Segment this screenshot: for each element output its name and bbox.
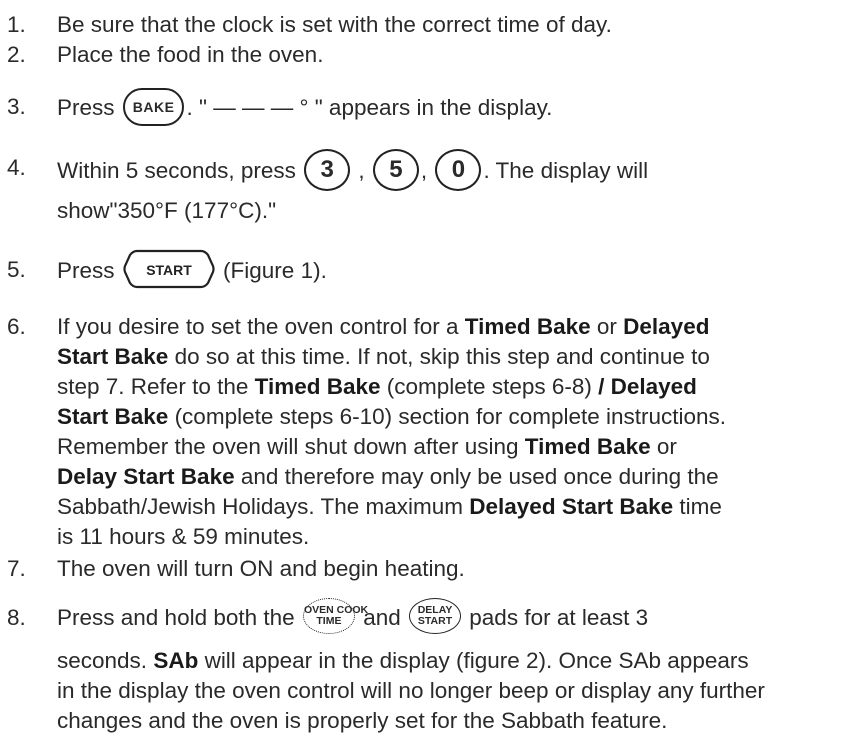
step-number: 1. xyxy=(7,12,26,37)
step-text: Press and hold both the OVEN COOK TIME an… xyxy=(57,598,843,635)
step-6-line-1: If you desire to set the oven control fo… xyxy=(57,314,710,339)
step-number: 2. xyxy=(7,42,26,67)
step-text: If you desire to set the oven control fo… xyxy=(57,312,843,552)
delay-start-key-icon: DELAY START xyxy=(409,598,462,635)
step-number: 8. xyxy=(7,605,26,630)
step-6-line-4: Start Bake (complete steps 6-10) section… xyxy=(57,404,727,429)
svg-text:START: START xyxy=(146,262,192,278)
step-text-mid: and xyxy=(363,605,401,630)
step-text: Within 5 seconds, press 3 , 5, 0. The di… xyxy=(57,149,843,191)
step-6-line-2: Start Bake do so at this time. If not, s… xyxy=(57,344,710,369)
step-8-line-2: seconds. SAb will appear in the display … xyxy=(57,648,749,673)
separator: , xyxy=(358,157,365,183)
step-text: Press START (Figure 1). xyxy=(57,249,843,289)
step-number: 5. xyxy=(7,257,26,282)
step-text-post: . The display will xyxy=(483,157,649,183)
step-number: 4. xyxy=(7,155,26,180)
key-0-icon: 0 xyxy=(435,149,482,191)
step-text-pre: Press xyxy=(57,94,115,120)
step-6-line-6: Delay Start Bake and therefore may only … xyxy=(57,464,719,489)
step-text: Place the food in the oven. xyxy=(57,42,324,67)
key-3-icon: 3 xyxy=(304,149,351,191)
step-text: show"350°F (177°C)." xyxy=(57,198,277,223)
bake-key-icon: BAKE xyxy=(122,88,185,126)
step-6-line-8: is 11 hours & 59 minutes. xyxy=(57,524,310,549)
step-text-pre: Within 5 seconds, press xyxy=(57,157,296,183)
step-8-line-3: in the display the oven control will no … xyxy=(57,678,765,703)
separator: , xyxy=(420,157,428,183)
step-text: seconds. SAb will appear in the display … xyxy=(57,646,843,736)
step-6-line-7: Sabbath/Jewish Holidays. The maximum Del… xyxy=(57,494,722,519)
step-6-line-5: Remember the oven will shut down after u… xyxy=(57,434,677,459)
step-text-post: . " — — — ° " appears in the display. xyxy=(186,94,553,120)
step-text-post: (Figure 1). xyxy=(223,257,327,283)
step-text: Be sure that the clock is set with the c… xyxy=(57,12,612,37)
step-number: 7. xyxy=(7,556,26,581)
key-5-icon: 5 xyxy=(372,149,419,191)
start-key-icon: START xyxy=(123,249,215,289)
step-6-line-3: step 7. Refer to the Timed Bake (complet… xyxy=(57,374,697,399)
step-number: 3. xyxy=(7,94,26,119)
step-text: The oven will turn ON and begin heating. xyxy=(57,556,465,581)
step-text: Press BAKE. " — — — ° " appears in the d… xyxy=(57,88,843,126)
step-8-line-4: changes and the oven is properly set for… xyxy=(57,708,668,733)
step-text-post: pads for at least 3 xyxy=(469,605,649,630)
step-text-pre: Press and hold both the xyxy=(57,605,295,630)
step-text-pre: Press xyxy=(57,257,115,283)
oven-cook-time-key-icon: OVEN COOK TIME xyxy=(302,598,368,635)
step-number: 6. xyxy=(7,314,26,339)
